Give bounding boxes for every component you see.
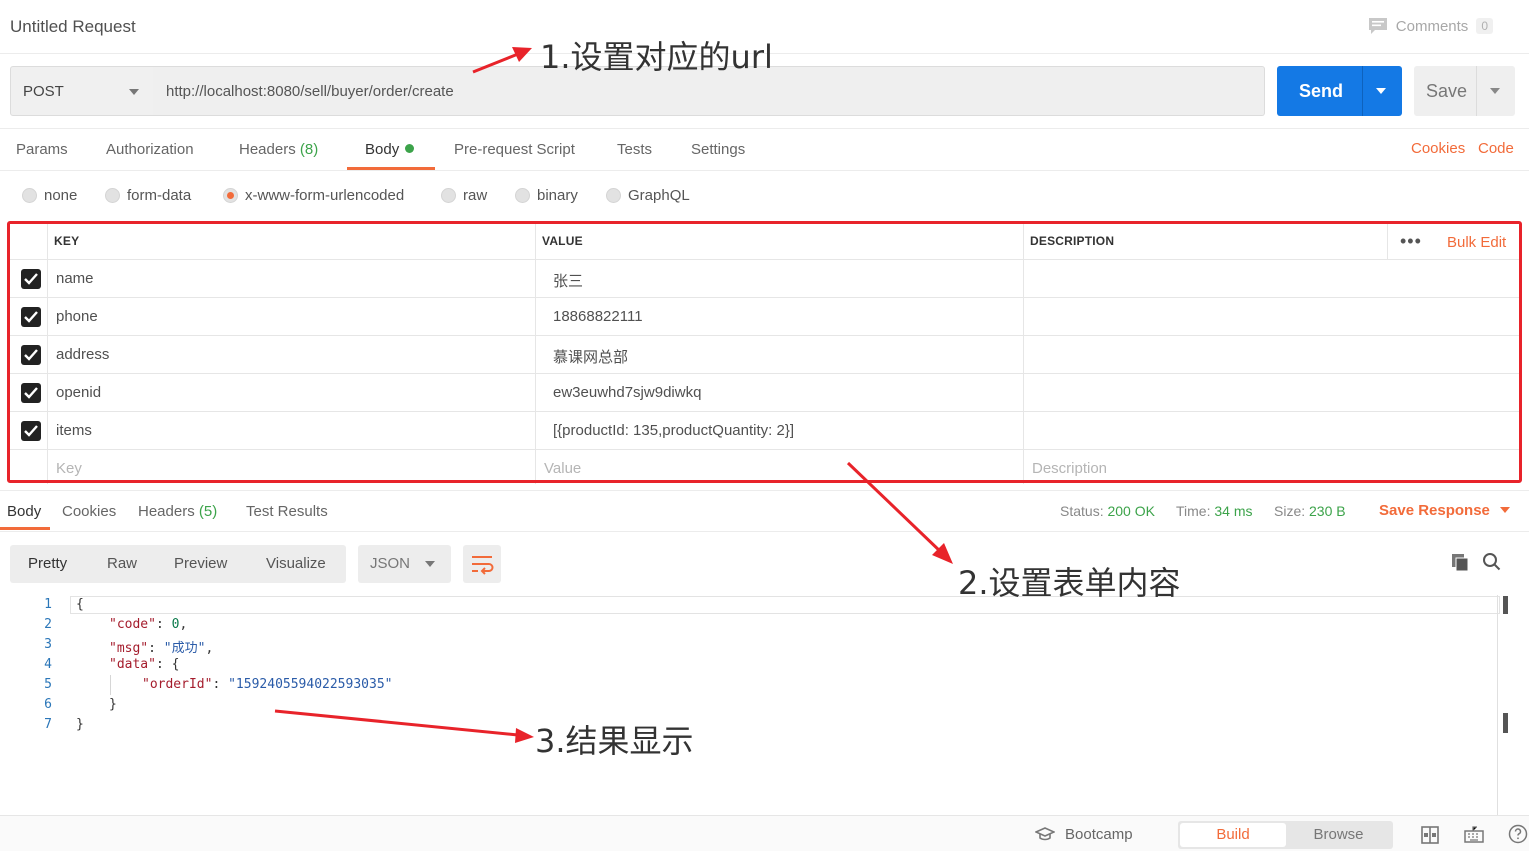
- browse-button[interactable]: Browse: [1286, 823, 1391, 847]
- help-icon[interactable]: [1508, 824, 1528, 844]
- annotation-step3: 3.结果显示: [535, 722, 694, 760]
- build-browse-toggle: Build Browse: [1178, 821, 1393, 849]
- arrow-step3: [274, 709, 534, 743]
- bootcamp-button[interactable]: Bootcamp: [1035, 826, 1133, 843]
- annotation-arrows: [274, 47, 953, 743]
- annotation-step2: 2.设置表单内容: [958, 564, 1181, 602]
- annotation-step1: 1.设置对应的url: [540, 38, 773, 76]
- build-button[interactable]: Build: [1180, 823, 1286, 847]
- keyboard-icon[interactable]: [1463, 824, 1485, 844]
- arrow-step2: [846, 461, 953, 564]
- graduation-cap-icon: [1035, 826, 1055, 840]
- arrow-step1: [472, 47, 532, 74]
- two-pane-icon[interactable]: [1420, 825, 1440, 845]
- bootcamp-label: Bootcamp: [1065, 826, 1133, 843]
